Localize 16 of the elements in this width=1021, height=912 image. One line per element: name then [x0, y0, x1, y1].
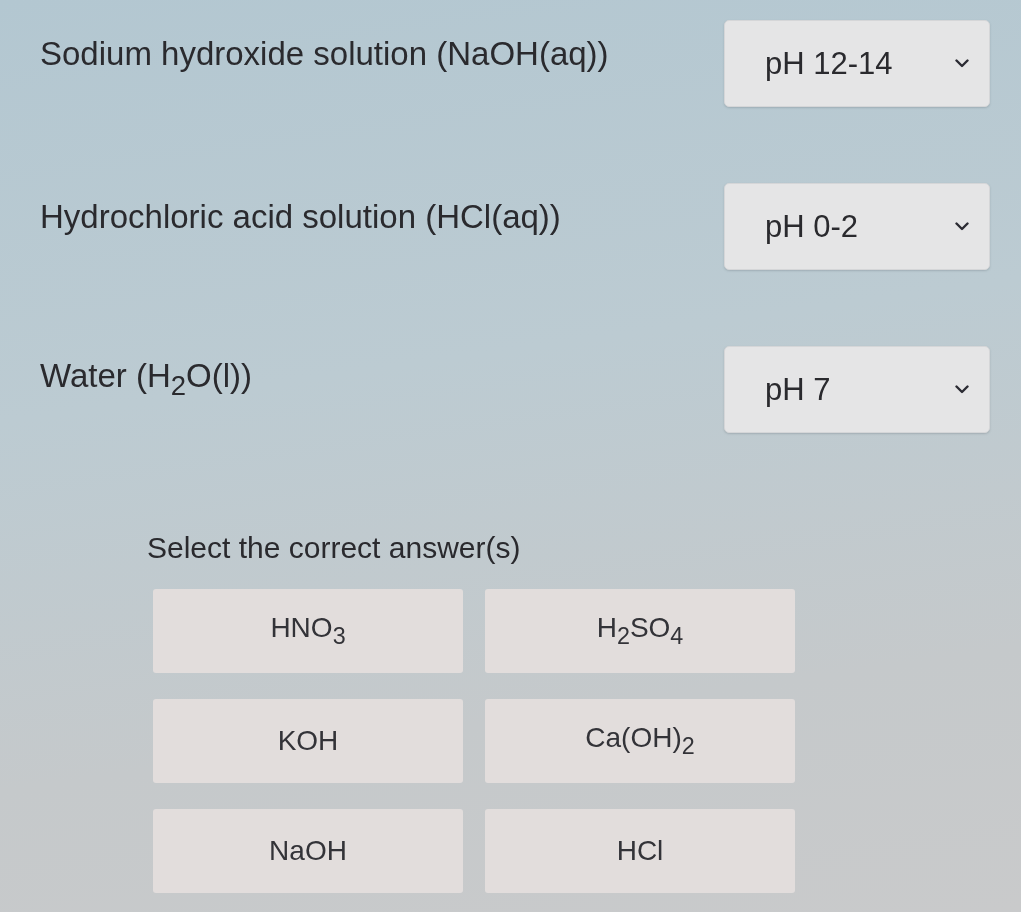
chevron-down-icon: [955, 59, 969, 68]
answer-option[interactable]: Ca(OH)$_{2}$: [485, 699, 795, 783]
substance-label: Sodium hydroxide solution (NaOH(aq)): [40, 34, 609, 73]
chevron-down-icon: [955, 222, 969, 231]
answer-option[interactable]: HNO$_{3}$: [153, 589, 463, 673]
ph-dropdown[interactable]: pH 12-14: [724, 20, 990, 107]
answer-option[interactable]: H$_{2}$SO$_{4}$: [485, 589, 795, 673]
substance-label: Hydrochloric acid solution (HCl(aq)): [40, 197, 561, 236]
answer-option[interactable]: NaOH: [153, 809, 463, 893]
answer-option[interactable]: KOH: [153, 699, 463, 783]
substance-label: Water (H$_{2}$O(l)): [40, 357, 253, 402]
chevron-down-icon: [955, 385, 969, 394]
ph-dropdown[interactable]: pH 7: [724, 346, 990, 433]
answer-option[interactable]: HCl: [485, 809, 795, 893]
ph-dropdown[interactable]: pH 0-2: [724, 183, 990, 270]
question-prompt: Select the correct answer(s): [147, 531, 521, 565]
